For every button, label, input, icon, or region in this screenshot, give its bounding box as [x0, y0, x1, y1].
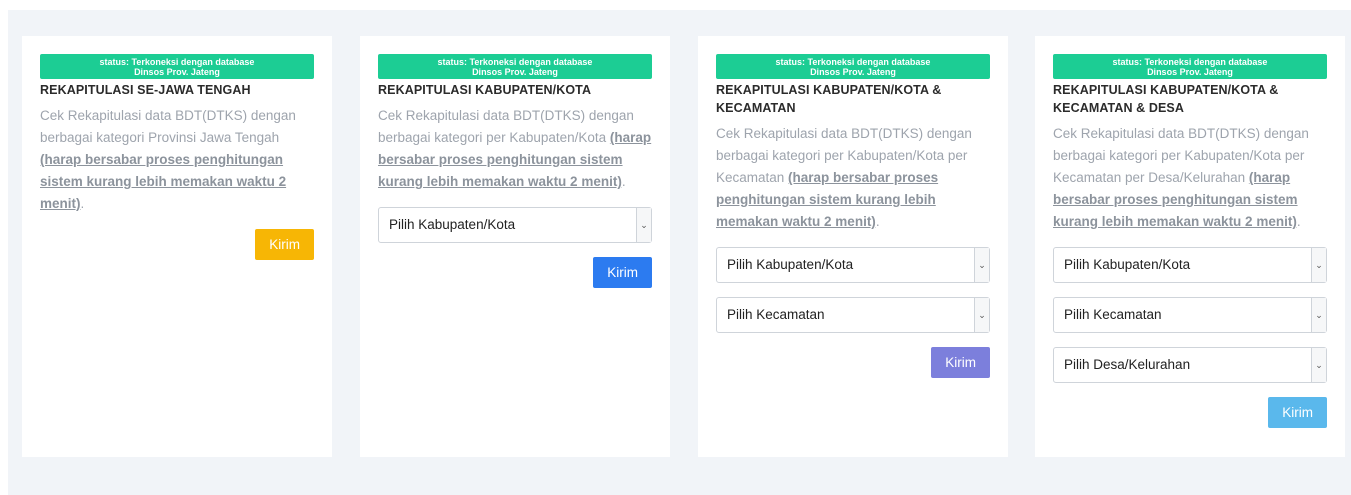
card-description: Cek Rekapitulasi data BDT(DTKS) dengan b… — [378, 108, 652, 189]
select-value: Pilih Desa/Kelurahan — [1064, 357, 1191, 372]
status-badge: status: Terkoneksi dengan database Dinso… — [716, 54, 990, 79]
kabupaten-select[interactable]: Pilih Kabupaten/Kota ⌄ — [378, 207, 652, 243]
card-title: REKAPITULASI KABUPATEN/KOTA & KECAMATAN — [716, 83, 942, 115]
card-rekap-kabupaten: status: Terkoneksi dengan database Dinso… — [360, 36, 670, 457]
card-title: REKAPITULASI SE-JAWA TENGAH — [40, 83, 251, 97]
chevron-down-icon: ⌄ — [1311, 248, 1326, 282]
card-description: Cek Rekapitulasi data BDT(DTKS) dengan b… — [1053, 126, 1309, 229]
chevron-down-icon: ⌄ — [974, 248, 989, 282]
warning-text: (harap bersabar proses penghitungan sist… — [40, 152, 287, 211]
card-rekap-jateng: status: Terkoneksi dengan database Dinso… — [22, 36, 332, 457]
status-badge: status: Terkoneksi dengan database Dinso… — [40, 54, 314, 79]
card-rekap-kecamatan: status: Terkoneksi dengan database Dinso… — [698, 36, 1008, 457]
chevron-down-icon: ⌄ — [1311, 298, 1326, 332]
status-badge: status: Terkoneksi dengan database Dinso… — [1053, 54, 1327, 79]
chevron-down-icon: ⌄ — [974, 298, 989, 332]
kirim-button[interactable]: Kirim — [255, 229, 314, 260]
chevron-down-icon: ⌄ — [1311, 348, 1326, 382]
kabupaten-select[interactable]: Pilih Kabupaten/Kota ⌄ — [1053, 247, 1327, 283]
select-value: Pilih Kabupaten/Kota — [389, 217, 516, 232]
description-text: Cek Rekapitulasi data BDT(DTKS) dengan b… — [378, 108, 634, 145]
chevron-down-icon: ⌄ — [636, 208, 651, 242]
select-value: Pilih Kecamatan — [1064, 307, 1162, 322]
status-line-2: Dinsos Prov. Jateng — [1147, 67, 1233, 77]
select-value: Pilih Kabupaten/Kota — [727, 257, 854, 272]
status-line-1: status: Terkoneksi dengan database — [99, 57, 255, 67]
status-badge: status: Terkoneksi dengan database Dinso… — [378, 54, 652, 79]
card-rekap-desa: status: Terkoneksi dengan database Dinso… — [1035, 36, 1345, 457]
card-title: REKAPITULASI KABUPATEN/KOTA — [378, 83, 592, 97]
card-title: REKAPITULASI KABUPATEN/KOTA & KECAMATAN … — [1053, 83, 1279, 115]
status-line-2: Dinsos Prov. Jateng — [134, 67, 220, 77]
kecamatan-select[interactable]: Pilih Kecamatan ⌄ — [1053, 297, 1327, 333]
description-text: Cek Rekapitulasi data BDT(DTKS) dengan b… — [40, 108, 296, 145]
kirim-button[interactable]: Kirim — [593, 257, 652, 288]
kabupaten-select[interactable]: Pilih Kabupaten/Kota ⌄ — [716, 247, 990, 283]
select-value: Pilih Kecamatan — [727, 307, 825, 322]
desa-select[interactable]: Pilih Desa/Kelurahan ⌄ — [1053, 347, 1327, 383]
status-line-1: status: Terkoneksi dengan database — [1112, 57, 1268, 67]
status-line-2: Dinsos Prov. Jateng — [472, 67, 558, 77]
select-value: Pilih Kabupaten/Kota — [1064, 257, 1191, 272]
kecamatan-select[interactable]: Pilih Kecamatan ⌄ — [716, 297, 990, 333]
kirim-button[interactable]: Kirim — [1268, 397, 1327, 428]
status-line-2: Dinsos Prov. Jateng — [810, 67, 896, 77]
card-description: Cek Rekapitulasi data BDT(DTKS) dengan b… — [40, 108, 296, 211]
status-line-1: status: Terkoneksi dengan database — [437, 57, 593, 67]
status-line-1: status: Terkoneksi dengan database — [775, 57, 931, 67]
kirim-button[interactable]: Kirim — [931, 347, 990, 378]
card-description: Cek Rekapitulasi data BDT(DTKS) dengan b… — [716, 126, 972, 229]
